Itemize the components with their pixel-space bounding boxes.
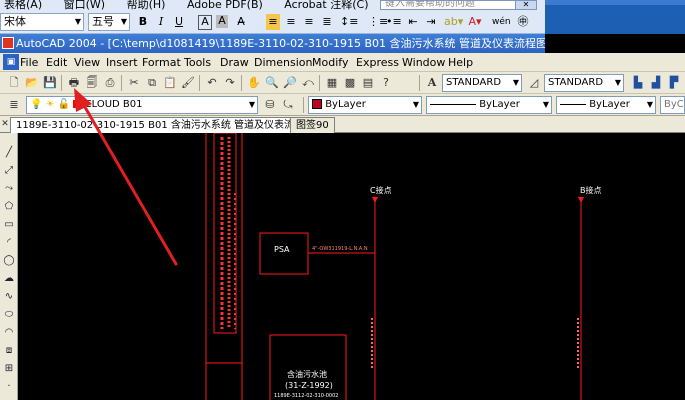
- annotation-arrow-head: [74, 88, 92, 112]
- annotation-arrow: [80, 100, 178, 266]
- annotation-arrow-layer: [74, 88, 178, 266]
